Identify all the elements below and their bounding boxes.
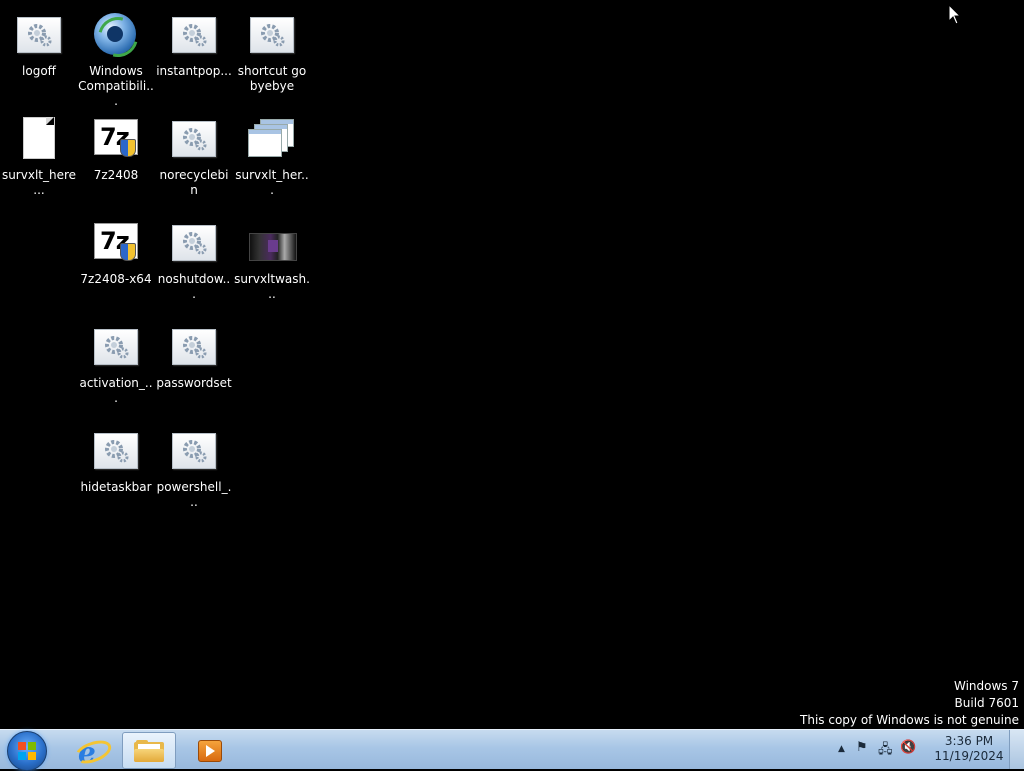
network-icon[interactable]: 🖧 bbox=[878, 740, 893, 762]
icon-label: noshutdow... bbox=[157, 272, 231, 301]
system-tray: ▲ ⚑ 🖧 🔇 3:36 PM 11/19/2024 bbox=[834, 730, 1024, 769]
start-button[interactable] bbox=[7, 731, 47, 771]
script-gear-icon bbox=[170, 325, 218, 373]
blank-document-icon bbox=[15, 117, 63, 165]
desktop-icon-shortcut-go-byebye[interactable]: shortcut go byebye bbox=[234, 6, 310, 94]
watermark-genuine-notice: This copy of Windows is not genuine bbox=[800, 713, 1019, 727]
script-gear-icon bbox=[170, 13, 218, 61]
windows-compatibility-icon bbox=[90, 9, 146, 65]
clock[interactable]: 3:36 PM 11/19/2024 bbox=[934, 734, 1004, 764]
video-thumbnail-icon bbox=[248, 221, 297, 269]
desktop-icon-windows-compatibility[interactable]: Windows Compatibili... bbox=[78, 6, 154, 109]
desktop-icon-instantpop[interactable]: instantpop... bbox=[156, 6, 232, 79]
desktop-icon-powershell[interactable]: powershell_... bbox=[156, 422, 232, 510]
icon-label: survxlt_her... bbox=[235, 168, 309, 197]
7zip-installer-icon: 7z bbox=[92, 117, 140, 165]
desktop-icon-passwordset[interactable]: passwordset bbox=[156, 318, 232, 391]
desktop-icon-survxlt-here-doc[interactable]: survxlt_here... bbox=[1, 110, 77, 198]
desktop-icon-survxltwash[interactable]: survxltwash... bbox=[234, 214, 310, 302]
taskbar-media-player-button[interactable] bbox=[184, 732, 236, 767]
icon-label: 7z2408 bbox=[93, 168, 139, 182]
clock-date: 11/19/2024 bbox=[934, 749, 1004, 763]
stacked-windows-icon bbox=[248, 117, 296, 165]
icon-label: norecyclebin bbox=[159, 168, 229, 197]
icon-label: survxltwash... bbox=[234, 272, 310, 301]
icon-label: instantpop... bbox=[156, 64, 232, 78]
taskbar-windows-explorer-button[interactable] bbox=[122, 732, 176, 769]
7zip-installer-icon: 7z bbox=[92, 221, 140, 269]
windows-start-orb-icon bbox=[18, 742, 36, 760]
show-desktop-button[interactable] bbox=[1009, 730, 1024, 769]
desktop-icon-7z2408[interactable]: 7z 7z2408 bbox=[78, 110, 154, 183]
action-center-flag-icon[interactable]: ⚑ bbox=[856, 740, 868, 755]
mouse-cursor-icon bbox=[948, 4, 962, 25]
desktop-icon-7z2408-x64[interactable]: 7z 7z2408-x64 bbox=[78, 214, 154, 287]
script-gear-icon bbox=[170, 429, 218, 477]
desktop-icon-noshutdown[interactable]: noshutdow... bbox=[156, 214, 232, 302]
icon-label: hidetaskbar bbox=[80, 480, 152, 494]
taskbar-internet-explorer-button[interactable]: e bbox=[64, 732, 116, 769]
icon-label: activation_... bbox=[79, 376, 153, 405]
not-genuine-watermark: Windows 7 Build 7601 This copy of Window… bbox=[800, 678, 1019, 729]
script-gear-icon bbox=[15, 13, 63, 61]
desktop-icon-norecyclebin[interactable]: norecyclebin bbox=[156, 110, 232, 198]
icon-label: powershell_... bbox=[156, 480, 232, 509]
script-gear-icon bbox=[170, 117, 218, 165]
volume-muted-icon[interactable]: 🔇 bbox=[900, 740, 916, 755]
media-player-icon bbox=[198, 740, 222, 762]
desktop[interactable]: logoff survxlt_here... Windows Compatibi… bbox=[0, 0, 1024, 729]
script-gear-icon bbox=[248, 13, 296, 61]
watermark-os-name: Windows 7 bbox=[953, 679, 1019, 693]
desktop-icon-survxlt-her-windows[interactable]: survxlt_her... bbox=[234, 110, 310, 198]
icon-label: survxlt_here... bbox=[1, 168, 77, 197]
script-gear-icon bbox=[170, 221, 218, 269]
show-hidden-icons-icon[interactable]: ▲ bbox=[838, 744, 845, 754]
script-gear-icon bbox=[92, 429, 140, 477]
icon-label: Windows Compatibili... bbox=[78, 64, 154, 108]
icon-label: 7z2408-x64 bbox=[80, 272, 152, 286]
desktop-icon-hidetaskbar[interactable]: hidetaskbar bbox=[78, 422, 154, 495]
taskbar: e ▲ ⚑ 🖧 🔇 3:36 PM 11/19/2024 bbox=[0, 729, 1024, 771]
clock-time: 3:36 PM bbox=[944, 734, 994, 748]
watermark-build: Build 7601 bbox=[954, 696, 1019, 710]
icon-label: logoff bbox=[22, 64, 56, 78]
folder-icon bbox=[134, 740, 164, 762]
icon-label: passwordset bbox=[156, 376, 232, 390]
desktop-icon-activation[interactable]: activation_... bbox=[78, 318, 154, 406]
icon-label: shortcut go byebye bbox=[237, 64, 307, 93]
desktop-icon-logoff[interactable]: logoff bbox=[1, 6, 77, 79]
script-gear-icon bbox=[92, 325, 140, 373]
